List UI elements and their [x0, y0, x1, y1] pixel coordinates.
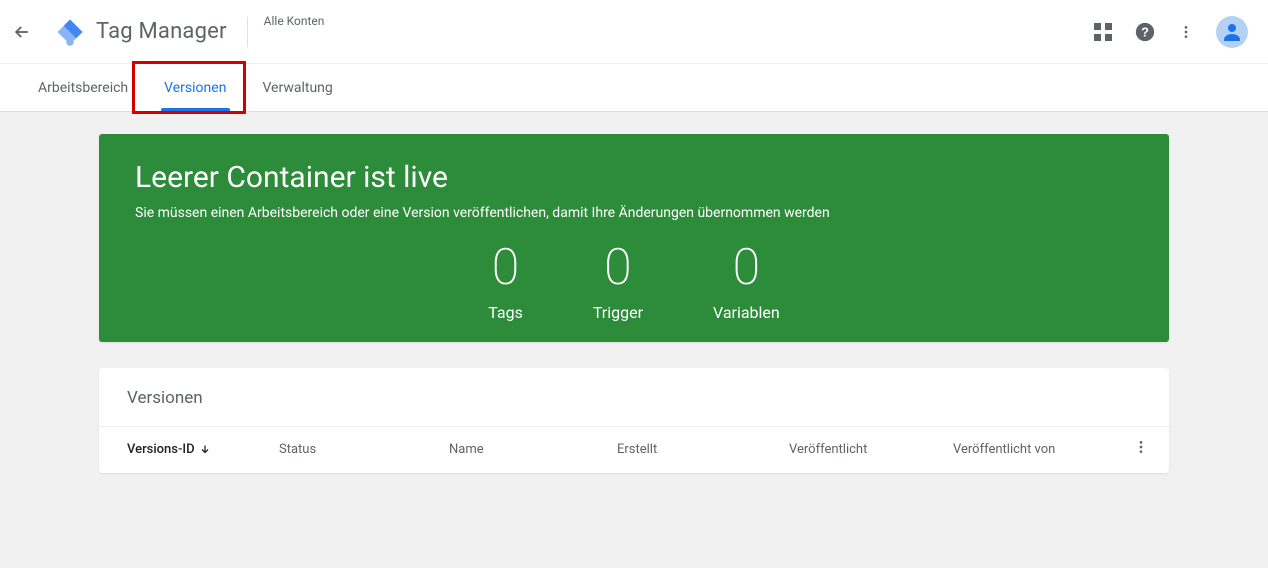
- arrow-down-icon: [199, 443, 211, 455]
- breadcrumb-all-accounts[interactable]: Alle Konten: [264, 14, 325, 28]
- tab-versions[interactable]: Versionen: [146, 64, 244, 111]
- stat-tags-value: 0: [488, 243, 523, 293]
- col-published[interactable]: Veröffentlicht: [789, 442, 953, 457]
- col-published-by[interactable]: Veröffentlicht von: [953, 442, 1109, 457]
- tab-admin[interactable]: Verwaltung: [244, 64, 350, 111]
- logo-box: Tag Manager: [54, 16, 227, 48]
- stat-triggers: 0 Trigger: [593, 243, 643, 322]
- arrow-left-icon: [12, 22, 32, 42]
- hero-stats: 0 Tags 0 Trigger 0 Variablen: [135, 243, 1133, 322]
- col-id-label: Versions-ID: [127, 442, 195, 457]
- apps-icon: [1094, 23, 1112, 41]
- versions-table-card: Versionen Versions-ID Status Name Erstel…: [99, 368, 1169, 473]
- divider: [247, 17, 248, 47]
- more-vert-icon: [1178, 24, 1194, 40]
- stat-triggers-label: Trigger: [593, 303, 643, 322]
- stat-triggers-value: 0: [593, 243, 643, 293]
- col-name[interactable]: Name: [449, 442, 617, 457]
- back-button[interactable]: [8, 18, 36, 46]
- tab-workspace[interactable]: Arbeitsbereich: [20, 64, 146, 111]
- hero-title: Leerer Container ist live: [135, 160, 1133, 195]
- product-name: Tag Manager: [96, 19, 227, 44]
- hero-subtitle: Sie müssen einen Arbeitsbereich oder ein…: [135, 205, 1133, 221]
- hero-card: Leerer Container ist live Sie müssen ein…: [99, 134, 1169, 342]
- help-icon: ?: [1134, 21, 1156, 43]
- stat-variables: 0 Variablen: [713, 243, 780, 322]
- account-avatar[interactable]: [1216, 16, 1248, 48]
- more-button[interactable]: [1178, 24, 1194, 40]
- stat-variables-value: 0: [713, 243, 780, 293]
- versions-table-header: Versions-ID Status Name Erstellt Veröffe…: [99, 426, 1169, 473]
- tag-manager-logo-icon: [54, 16, 86, 48]
- stat-tags-label: Tags: [488, 303, 523, 322]
- tabs: Arbeitsbereich Versionen Verwaltung: [0, 64, 1268, 112]
- col-id[interactable]: Versions-ID: [127, 442, 279, 457]
- content: Leerer Container ist live Sie müssen ein…: [0, 112, 1268, 495]
- person-icon: [1220, 20, 1244, 44]
- help-button[interactable]: ?: [1134, 21, 1156, 43]
- versions-table-title: Versionen: [99, 388, 1169, 426]
- table-row-menu[interactable]: [1133, 439, 1149, 459]
- col-created[interactable]: Erstellt: [617, 442, 789, 457]
- header-actions: ?: [1094, 16, 1248, 48]
- more-vert-icon: [1133, 439, 1149, 455]
- header: Tag Manager Alle Konten ?: [0, 0, 1268, 64]
- col-status[interactable]: Status: [279, 442, 449, 457]
- svg-text:?: ?: [1141, 24, 1149, 39]
- stat-tags: 0 Tags: [488, 243, 523, 322]
- apps-button[interactable]: [1094, 23, 1112, 41]
- stat-variables-label: Variablen: [713, 303, 780, 322]
